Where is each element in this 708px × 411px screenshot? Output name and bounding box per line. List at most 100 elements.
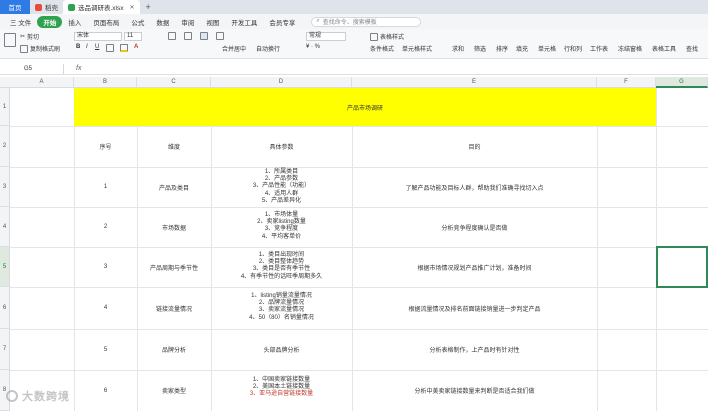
search-box[interactable]: ⌕ 查找命令、搜索模板 [311, 16, 422, 27]
copy-button[interactable]: 复制 [20, 44, 42, 53]
spreadsheet-grid[interactable]: A B C D E F G 1 2 3 4 5 6 7 8 产品市场调研 序号 … [0, 77, 708, 411]
close-icon[interactable]: ✕ [130, 4, 135, 11]
cell-seq[interactable]: 1 [74, 167, 137, 207]
menu-review[interactable]: 审阅 [175, 17, 200, 27]
cell-dimension[interactable]: 品牌分析 [137, 329, 211, 370]
cell-purpose[interactable]: 分析竞争程度确认是否做 [352, 207, 597, 247]
row-header-1[interactable]: 1 [0, 88, 10, 126]
column-header-a[interactable]: A [10, 77, 74, 88]
table-style-button[interactable]: 表格样式 [370, 32, 404, 41]
cell-dimension[interactable]: 产品周期与季节性 [137, 247, 211, 287]
cell-seq[interactable]: 3 [74, 247, 137, 287]
table-tools-button[interactable]: 表格工具 [652, 44, 676, 53]
filter-button[interactable]: 筛选 [474, 44, 486, 53]
cell-params[interactable]: 1、类目出现时间 2、类目整体趋势 3、类目是否有季节性 4、有季节性的话旺季周… [211, 252, 352, 281]
cell-params[interactable]: 1、市场体量 2、卖家listing数量 3、竞争程度 4、平均客单价 [211, 212, 352, 241]
cell-purpose[interactable]: 根据市场情况规划产品推广计划，准备时间 [352, 247, 597, 287]
cell-params[interactable]: 1、所属类目 2、产品参数 3、产品性能（功能） 4、适用人群 5、产品差异化 [211, 169, 352, 205]
font-color-button[interactable]: A [134, 44, 138, 50]
format-painter-button[interactable]: 格式刷 [42, 44, 60, 53]
cell-dimension[interactable]: 卖家类型 [137, 370, 211, 411]
percent-button[interactable]: ¥ · % [306, 44, 320, 50]
row-col-button[interactable]: 行和列 [564, 44, 582, 53]
align-middle-button[interactable] [184, 32, 194, 40]
bold-button[interactable]: B [76, 44, 80, 50]
column-header-g[interactable]: G [656, 77, 708, 88]
menu-file[interactable]: 三 文件 [4, 17, 37, 27]
cell-purpose[interactable]: 了解产品功能及目标人群，帮助我们准确寻找切入点 [352, 167, 597, 207]
menu-developer[interactable]: 开发工具 [225, 17, 263, 27]
tab-docer[interactable]: 稻壳 [30, 0, 63, 14]
number-format-select[interactable]: 常规 [306, 32, 346, 41]
menu-formula[interactable]: 公式 [125, 17, 150, 27]
align-bottom-button[interactable] [216, 32, 226, 40]
sum-button[interactable]: 求和 [452, 44, 464, 53]
cell-params[interactable]: 1、中国卖家链接数量 2、美国本土链接数量 3、亚马逊自营链接数量 [211, 377, 352, 399]
menu-page-layout[interactable]: 页面布局 [87, 17, 125, 27]
align-top-button[interactable] [168, 32, 178, 40]
merge-center-label: 合并居中 [222, 47, 247, 53]
cell-style-button[interactable]: 单元格样式 [402, 44, 432, 53]
header-params[interactable]: 具体参数 [211, 126, 352, 167]
merge-center-button[interactable]: 合并居中 [222, 44, 246, 53]
cell-dimension[interactable]: 产品及类目 [137, 167, 211, 207]
freeze-button[interactable]: 冻结窗格 [618, 44, 642, 53]
menu-home[interactable]: 开始 [37, 15, 63, 28]
cell-seq[interactable]: 6 [74, 370, 137, 411]
menu-data[interactable]: 数据 [150, 17, 175, 27]
font-size-select[interactable]: 11 [124, 32, 142, 41]
name-box[interactable]: G5 [0, 63, 64, 74]
worksheet-button[interactable]: 工作表 [590, 44, 608, 53]
fill-button[interactable]: 填充 [516, 44, 528, 53]
cell-seq[interactable]: 2 [74, 207, 137, 247]
tab-home[interactable]: 首页 [0, 0, 30, 14]
row-header-5[interactable]: 5 [0, 247, 10, 287]
search-icon: ⌕ [316, 18, 320, 24]
paste-button[interactable] [4, 33, 18, 47]
column-header-c[interactable]: C [137, 77, 211, 88]
cell-purpose[interactable]: 分析表格制作，上产品时有针对性 [352, 329, 597, 370]
underline-button[interactable]: U [95, 44, 99, 50]
row-header-3[interactable]: 3 [0, 167, 10, 207]
row-header-2[interactable]: 2 [0, 126, 10, 167]
row-header-7[interactable]: 7 [0, 329, 10, 370]
menu-insert[interactable]: 插入 [62, 17, 87, 27]
formula-input[interactable] [87, 64, 708, 74]
column-header-d[interactable]: D [211, 77, 352, 88]
column-header-b[interactable]: B [74, 77, 137, 88]
active-cell-g5[interactable] [656, 246, 708, 288]
find-button[interactable]: 查找 [686, 44, 698, 53]
cell-button[interactable]: 单元格 [538, 44, 556, 53]
column-header-e[interactable]: E [352, 77, 597, 88]
header-dimension[interactable]: 维度 [137, 126, 211, 167]
menu-member[interactable]: 会员专享 [263, 17, 301, 27]
cell-purpose[interactable]: 根据流量情况及排名前面链接销量进一步判定产品 [352, 287, 597, 329]
align-center-button[interactable] [200, 32, 210, 40]
cell-purpose[interactable]: 分析中美卖家链接数量来判断是否适合我们做 [352, 370, 597, 411]
cut-button[interactable]: ✂ 剪切 [20, 32, 39, 41]
border-button[interactable] [106, 44, 116, 52]
cell-dimension[interactable]: 市场数据 [137, 207, 211, 247]
sort-button[interactable]: 排序 [496, 44, 508, 53]
header-seq[interactable]: 序号 [74, 126, 137, 167]
auto-wrap-label: 自动换行 [256, 47, 281, 53]
cell-dimension[interactable]: 链接流量情况 [137, 287, 211, 329]
menu-view[interactable]: 视图 [200, 17, 225, 27]
sheet-title-cell[interactable]: 产品市场调研 [74, 88, 656, 126]
cell-seq[interactable]: 5 [74, 329, 137, 370]
row-header-4[interactable]: 4 [0, 207, 10, 247]
cell-params[interactable]: 1、listing销量流量情况 2、品牌流量情况 3、卖家流量情况 4、50（8… [211, 293, 352, 322]
column-header-f[interactable]: F [597, 77, 656, 88]
cell-seq[interactable]: 4 [74, 287, 137, 329]
font-name-select[interactable]: 宋体 [74, 32, 122, 41]
cell-params[interactable]: 头部品牌分析 [211, 329, 352, 370]
new-tab-button[interactable]: + [140, 0, 157, 14]
tab-workbook[interactable]: 选品调研表.xlsx ✕ [63, 0, 140, 14]
fill-color-button[interactable] [120, 44, 130, 52]
header-purpose[interactable]: 目的 [352, 126, 597, 167]
auto-wrap-button[interactable]: 自动换行 [256, 44, 280, 53]
row-header-6[interactable]: 6 [0, 287, 10, 329]
italic-button[interactable]: I [86, 44, 88, 50]
fx-icon[interactable]: fx [76, 65, 81, 72]
conditional-format-button[interactable]: 条件格式 [370, 44, 394, 53]
